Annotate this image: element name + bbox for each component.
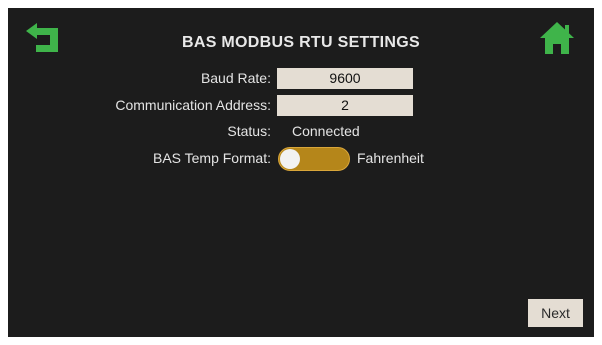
page-title: BAS MODBUS RTU SETTINGS [181,34,421,51]
baud-rate-label: Baud Rate: [200,70,271,86]
communication-address-label: Communication Address: [115,97,271,113]
settings-screen: BAS MODBUS RTU SETTINGS Baud Rate: 9600 … [8,8,594,337]
temp-format-toggle[interactable] [278,147,350,171]
communication-address-field[interactable]: 2 [277,95,413,116]
toggle-knob [280,149,300,169]
temp-format-value: Fahrenheit [357,150,424,166]
next-button[interactable]: Next [528,299,583,327]
home-icon[interactable] [538,20,576,56]
baud-rate-field[interactable]: 9600 [277,68,413,89]
status-value: Connected [292,123,360,139]
status-label: Status: [227,123,271,139]
temp-format-label: BAS Temp Format: [152,150,271,166]
